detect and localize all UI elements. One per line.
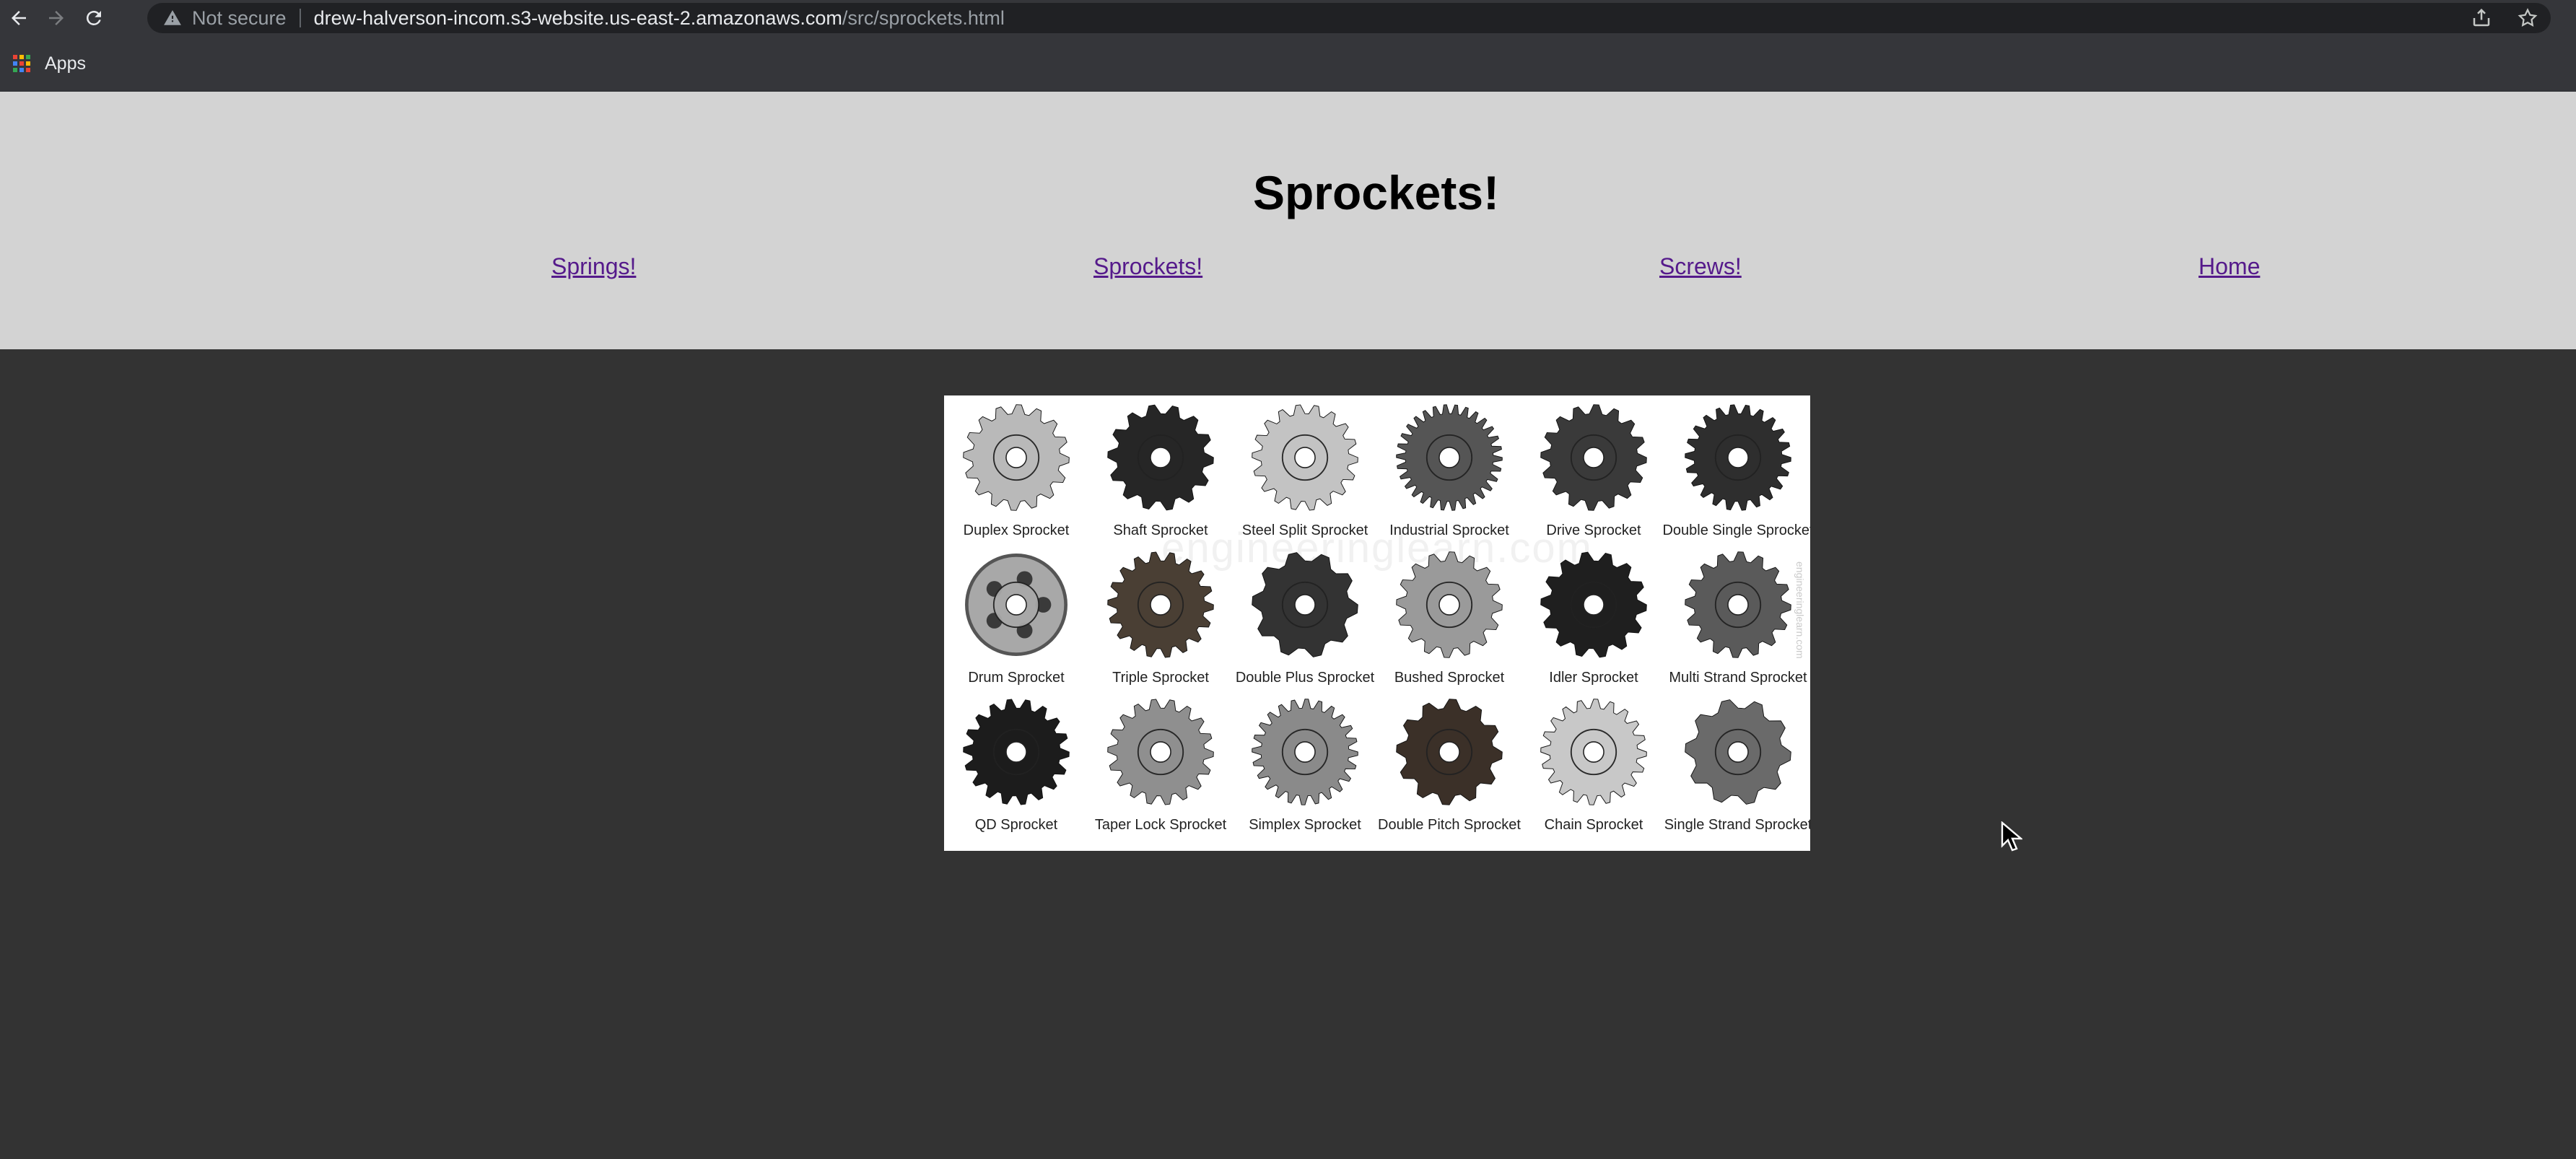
back-button[interactable] <box>0 0 38 36</box>
sprocket-types-image: engineeringlearn.com engineeringlearn.co… <box>944 395 1810 851</box>
star-icon <box>2518 8 2538 27</box>
sprocket-icon <box>1252 552 1358 657</box>
sprocket-icon <box>963 404 1070 511</box>
sprocket-icon <box>1252 699 1358 805</box>
nav-link-sprockets[interactable]: Sprockets! <box>1093 253 1202 280</box>
sprocket-item: Idler Sprocket <box>1521 543 1666 694</box>
url-path: /src/sprockets.html <box>842 6 1005 29</box>
arrow-left-icon <box>12 11 26 25</box>
sprocket-icon <box>1396 551 1503 658</box>
sprocket-label: Chain Sprocket <box>1544 817 1643 833</box>
bookmark-star-button[interactable] <box>2505 7 2551 29</box>
nav-link-springs[interactable]: Springs! <box>551 253 636 280</box>
sprocket-icon <box>1107 404 1214 511</box>
sprocket-item: Double Pitch Sprocket <box>1377 690 1521 841</box>
sprocket-icon <box>1685 404 1791 511</box>
reload-icon <box>87 11 101 25</box>
bookmarks-bar: Apps <box>0 36 2576 92</box>
sprocket-item: Single Strand Sprocket <box>1664 690 1810 841</box>
share-button[interactable] <box>2458 7 2505 29</box>
sprocket-icon <box>1685 699 1791 805</box>
sprocket-item: Taper Lock Sprocket <box>1088 690 1233 841</box>
sprocket-icon <box>1540 404 1647 511</box>
warning-icon <box>164 10 181 25</box>
sprocket-item: Bushed Sprocket <box>1377 543 1521 694</box>
sprocket-icon <box>1252 404 1358 511</box>
sprocket-icon <box>1107 551 1214 658</box>
sprocket-item: Multi Strand Sprocket <box>1666 543 1810 694</box>
nav-link-home[interactable]: Home <box>2199 253 2260 280</box>
web-page: Sprockets! Springs! Sprockets! Screws! H… <box>0 92 2576 1159</box>
sprocket-icon <box>1540 699 1647 805</box>
sprocket-item: Double Single Sprocket <box>1662 395 1810 547</box>
sprocket-label: Duplex Sprocket <box>963 522 1070 538</box>
forward-button[interactable] <box>38 0 75 36</box>
sprocket-icon <box>1396 404 1503 511</box>
page-title: Sprockets! <box>1252 166 1500 219</box>
sprocket-item: QD Sprocket <box>944 690 1088 841</box>
security-indicator[interactable]: Not secure <box>147 3 287 33</box>
sprocket-item: Chain Sprocket <box>1521 690 1666 841</box>
sprocket-icon <box>965 554 1067 656</box>
sprocket-label: Shaft Sprocket <box>1113 522 1208 538</box>
sprocket-label: Steel Split Sprocket <box>1241 522 1368 538</box>
sprocket-item: Industrial Sprocket <box>1377 395 1521 547</box>
sprocket-item: Drum Sprocket <box>944 543 1088 694</box>
apps-grid-icon <box>13 55 30 72</box>
sprocket-item: Triple Sprocket <box>1088 543 1233 694</box>
sprocket-label: Triple Sprocket <box>1112 670 1209 686</box>
sprocket-item: Shaft Sprocket <box>1088 395 1233 547</box>
sprocket-icon <box>1107 699 1214 805</box>
arrow-right-icon <box>49 11 64 25</box>
bookmark-apps[interactable]: Apps <box>13 53 86 74</box>
bookmark-label: Apps <box>45 53 86 74</box>
sprocket-label: Double Pitch Sprocket <box>1378 817 1521 833</box>
address-bar[interactable]: Not secure drew-halverson-incom.s3-websi… <box>147 3 2551 33</box>
sprocket-label: Simplex Sprocket <box>1249 817 1361 833</box>
sprocket-label: Double Single Sprocket <box>1662 522 1810 538</box>
sprocket-label: Double Plus Sprocket <box>1235 670 1375 686</box>
sprocket-label: Idler Sprocket <box>1549 670 1638 686</box>
sprocket-label: Drum Sprocket <box>968 670 1065 686</box>
sprocket-label: Single Strand Sprocket <box>1664 817 1810 833</box>
sprocket-label: Drive Sprocket <box>1546 522 1641 538</box>
sprocket-item: Duplex Sprocket <box>944 395 1088 547</box>
reload-button[interactable] <box>75 0 113 36</box>
sprocket-item: Steel Split Sprocket <box>1233 395 1377 547</box>
sprocket-label: QD Sprocket <box>974 817 1058 833</box>
nav-link-screws[interactable]: Screws! <box>1659 253 1742 280</box>
sprocket-item: Simplex Sprocket <box>1233 690 1377 841</box>
page-header: Sprockets! Springs! Sprockets! Screws! H… <box>0 92 2576 349</box>
share-icon <box>2473 8 2490 27</box>
sprocket-item: Drive Sprocket <box>1521 395 1666 547</box>
browser-toolbar: Not secure drew-halverson-incom.s3-websi… <box>0 0 2576 36</box>
mouse-cursor-icon <box>2001 821 2022 852</box>
not-secure-label: Not secure <box>192 6 287 29</box>
sprocket-icon <box>1540 551 1647 658</box>
sprocket-item: Double Plus Sprocket <box>1233 543 1377 694</box>
sprocket-icon <box>963 699 1070 805</box>
sprocket-label: Bushed Sprocket <box>1394 670 1505 686</box>
sprocket-label: Taper Lock Sprocket <box>1094 817 1227 833</box>
url-text[interactable]: drew-halverson-incom.s3-website.us-east-… <box>314 7 1005 30</box>
sprocket-label: Multi Strand Sprocket <box>1669 670 1807 686</box>
sprocket-icon <box>1396 699 1503 805</box>
sprocket-label: Industrial Sprocket <box>1389 522 1509 538</box>
address-bar-actions <box>2458 3 2551 33</box>
sprocket-icon <box>1685 551 1791 658</box>
address-separator <box>299 9 301 27</box>
page-title-container: Sprockets! <box>0 165 2576 220</box>
url-host: drew-halverson-incom.s3-website.us-east-… <box>313 6 842 29</box>
